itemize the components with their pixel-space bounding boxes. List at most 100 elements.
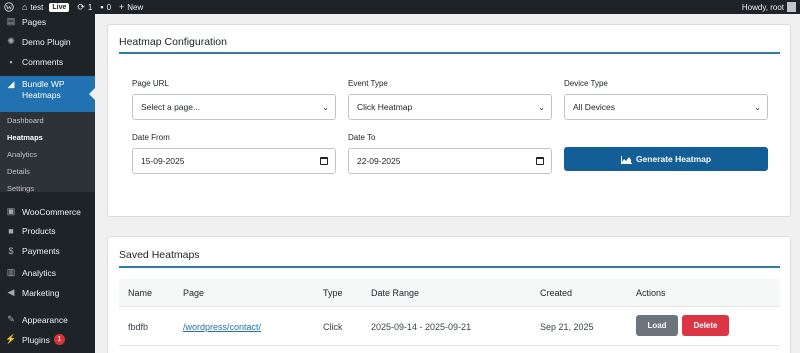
sidebar-item-label: Products — [22, 226, 56, 236]
saved-heatmaps-card: Saved Heatmaps Name Page Type Date Range… — [107, 236, 791, 353]
column-header-type: Type — [323, 288, 343, 298]
submenu-settings[interactable]: Settings — [7, 184, 34, 193]
date-from-input[interactable]: 15-09-2025 — [132, 148, 336, 174]
sidebar-item-label: Payments — [22, 246, 60, 256]
sidebar-label-line1: Bundle WP — [22, 79, 65, 89]
device-type-select[interactable]: All Devices ⌄ — [564, 94, 768, 120]
submenu: Dashboard Heatmaps Analytics Details Set… — [0, 112, 95, 193]
delete-button[interactable]: Delete — [682, 315, 729, 336]
row-created: Sep 21, 2025 — [540, 322, 594, 332]
wordpress-logo-icon[interactable]: W — [4, 2, 14, 12]
sidebar-item-marketing[interactable]: ◀ Marketing — [0, 287, 95, 298]
page-url-value: Select a page... — [141, 102, 201, 112]
config-title: Heatmap Configuration — [119, 36, 227, 48]
sidebar-item-appearance[interactable]: ✎ Appearance — [0, 314, 95, 325]
current-menu-arrow — [89, 88, 95, 100]
pages-icon: ▤ — [6, 16, 16, 26]
date-to-input[interactable]: 22-09-2025 — [348, 148, 552, 174]
megaphone-icon: ◀ — [7, 287, 15, 297]
sidebar-item-label: Demo Plugin — [22, 36, 71, 47]
sidebar-item-analytics[interactable]: ▥ Analytics — [0, 267, 95, 278]
howdy-text: Howdy, root — [741, 2, 784, 12]
chevron-down-icon: ⌄ — [538, 103, 545, 112]
row-type: Click — [323, 322, 343, 332]
brush-icon: ✎ — [7, 314, 15, 324]
account-menu[interactable]: Howdy, root — [742, 0, 796, 14]
saved-title-rule — [119, 266, 780, 268]
column-header-actions: Actions — [636, 288, 666, 298]
column-header-name: Name — [128, 288, 153, 298]
config-title-rule — [119, 52, 780, 54]
event-type-value: Click Heatmap — [357, 102, 413, 112]
page-url-label: Page URL — [132, 79, 169, 88]
sidebar-item-label: Appearance — [22, 314, 68, 325]
sidebar-item-demo-plugin[interactable]: ✺ Demo Plugin — [0, 36, 95, 47]
comments-count: 0 — [106, 2, 112, 12]
avatar — [787, 2, 796, 12]
column-header-page: Page — [183, 288, 205, 298]
comments-link[interactable]: ▪ 0 — [100, 2, 111, 12]
chevron-down-icon: ⌄ — [322, 103, 329, 112]
submenu-heatmaps[interactable]: Heatmaps — [7, 133, 43, 142]
comment-icon: ▪ — [9, 57, 13, 67]
sidebar-item-label: Pages — [22, 16, 47, 27]
updates-count: 1 — [87, 2, 93, 12]
sidebar-item-comments[interactable]: ▪ Comments — [0, 57, 95, 67]
svg-text:W: W — [6, 4, 13, 11]
chart-area-icon — [620, 155, 632, 164]
admin-sidebar: ▤ Pages ✺ Demo Plugin ▪ Comments ◢ Bundl… — [0, 14, 95, 353]
analytics-icon: ▥ — [6, 267, 16, 277]
refresh-icon: ⟳ — [77, 2, 85, 12]
sidebar-item-pages[interactable]: ▤ Pages — [0, 16, 95, 27]
date-to-label: Date To — [348, 133, 376, 142]
device-type-value: All Devices — [573, 102, 616, 112]
load-button[interactable]: Load — [636, 315, 678, 336]
sidebar-item-label: Plugins — [22, 334, 50, 345]
sidebar-item-woocommerce[interactable]: ▣ WooCommerce — [0, 206, 95, 217]
column-header-created: Created — [540, 288, 573, 298]
heatmap-config-card: Heatmap Configuration Page URL Select a … — [107, 24, 791, 217]
new-content-link[interactable]: + New — [119, 2, 143, 12]
site-name-link[interactable]: ⌂ test Live — [22, 2, 70, 12]
row-page-link[interactable]: /wordpress/contact/ — [183, 322, 261, 332]
sidebar-item-label: Bundle WP Heatmaps — [22, 79, 65, 101]
column-header-date-range: Date Range — [371, 288, 420, 298]
submenu-dashboard[interactable]: Dashboard — [7, 116, 44, 125]
sidebar-item-plugins[interactable]: ⚡ Plugins 1 — [0, 334, 95, 345]
chart-area-icon: ◢ — [7, 79, 15, 89]
sidebar-item-products[interactable]: ■ Products — [0, 226, 95, 236]
saved-title: Saved Heatmaps — [119, 249, 200, 261]
site-name: test — [30, 2, 44, 12]
sidebar-item-label: Comments — [22, 57, 64, 67]
updates-link[interactable]: ⟳ 1 — [77, 2, 92, 12]
event-type-select[interactable]: Click Heatmap ⌄ — [348, 94, 552, 120]
row-date-range: 2025-09-14 - 2025-09-21 — [371, 322, 472, 332]
calendar-icon[interactable] — [320, 157, 328, 165]
plug-icon: ⚡ — [5, 334, 17, 344]
sidebar-item-payments[interactable]: $ Payments — [0, 246, 95, 256]
woo-icon: ▣ — [6, 206, 16, 216]
device-type-label: Device Type — [564, 79, 608, 88]
new-label: New — [127, 2, 144, 12]
table-header — [119, 279, 780, 307]
generate-heatmap-button[interactable]: Generate Heatmap — [564, 147, 768, 171]
live-badge: Live — [49, 2, 70, 12]
admin-bar: W ⌂ test Live ⟳ 1 ▪ 0 + New Howdy, root — [0, 0, 800, 14]
submenu-analytics[interactable]: Analytics — [7, 150, 37, 159]
page-url-select[interactable]: Select a page... ⌄ — [132, 94, 336, 120]
generate-heatmap-label: Generate Heatmap — [635, 154, 712, 164]
submenu-details[interactable]: Details — [7, 167, 30, 176]
chevron-down-icon: ⌄ — [754, 103, 761, 112]
sidebar-item-label: Analytics — [22, 267, 57, 278]
date-from-value: 15-09-2025 — [141, 156, 185, 166]
plugins-update-badge: 1 — [53, 334, 65, 345]
sidebar-item-label: WooCommerce — [22, 206, 81, 217]
sidebar-label-line2: Heatmaps — [22, 90, 61, 100]
calendar-icon[interactable] — [536, 157, 544, 165]
sidebar-item-bundle-wp-heatmaps[interactable]: ◢ Bundle WP Heatmaps — [0, 76, 95, 112]
row-name: fbdfb — [128, 322, 149, 332]
plus-icon: + — [119, 2, 125, 12]
products-icon: ■ — [8, 226, 14, 236]
sidebar-item-label: Marketing — [22, 287, 60, 298]
home-icon: ⌂ — [22, 2, 28, 12]
